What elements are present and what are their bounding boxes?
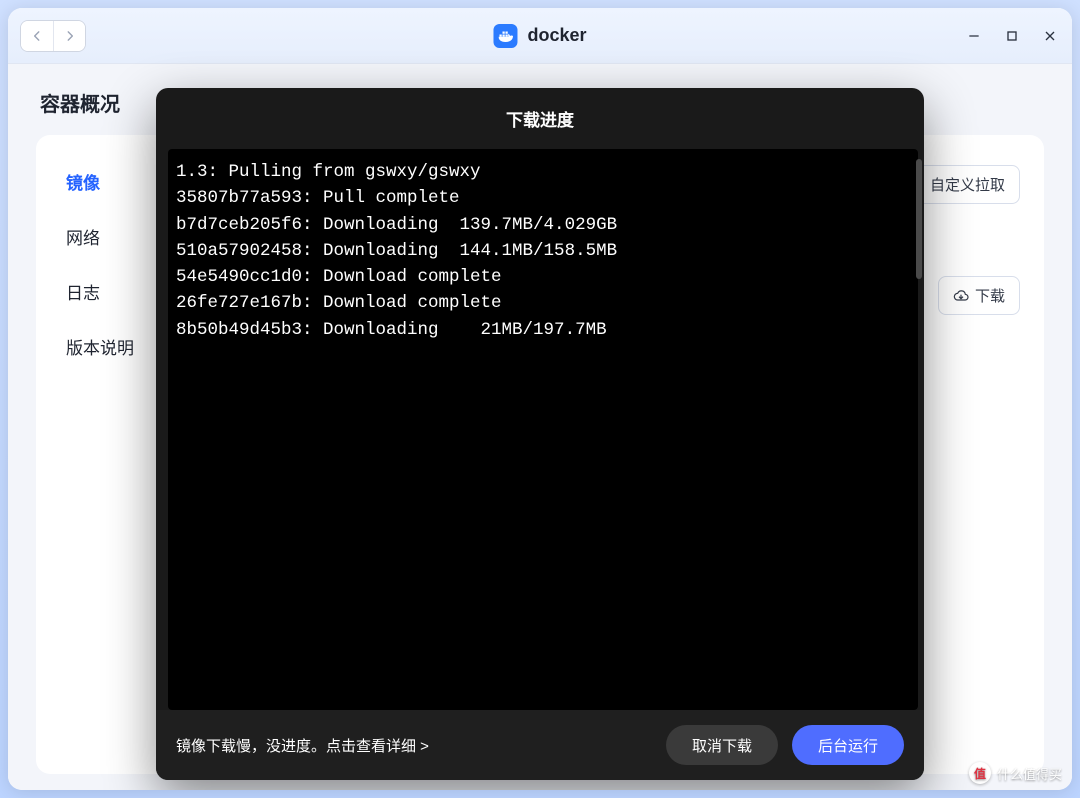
title-center: docker [493,24,586,48]
docker-icon [493,24,517,48]
download-progress-modal: 下载进度 1.3: Pulling from gswxy/gswxy 35807… [156,88,924,780]
download-label: 下载 [975,285,1005,306]
sidebar-item-label: 镜像 [66,174,100,193]
modal-footer: 镜像下载慢，没进度。点击查看详细 > 取消下载 后台运行 [156,710,924,780]
nav-group [20,20,86,52]
app-title: docker [527,25,586,46]
titlebar: docker [8,8,1072,64]
terminal-wrap: 1.3: Pulling from gswxy/gswxy 35807b77a5… [156,149,924,710]
close-button[interactable] [1040,26,1060,46]
background-label: 后台运行 [818,735,878,756]
slow-download-hint[interactable]: 镜像下载慢，没进度。点击查看详细 > [176,735,429,756]
window-controls [964,26,1060,46]
app-window: docker 容器概况 镜像 网络 日志 版本说明 自定义拉取 下载 [8,8,1072,790]
run-background-button[interactable]: 后台运行 [792,725,904,765]
sidebar-item-label: 版本说明 [66,339,134,358]
custom-pull-button[interactable]: 自定义拉取 [915,165,1020,204]
maximize-button[interactable] [1002,26,1022,46]
minimize-button[interactable] [964,26,984,46]
sidebar-item-label: 网络 [66,229,100,248]
nav-forward-button[interactable] [53,21,85,51]
cancel-label: 取消下载 [692,735,752,756]
download-button[interactable]: 下载 [938,276,1020,315]
watermark-badge: 值 [969,762,991,784]
cloud-download-icon [953,288,969,304]
modal-title: 下载进度 [156,88,924,149]
nav-back-button[interactable] [21,21,53,51]
modal-overlay: 下载进度 1.3: Pulling from gswxy/gswxy 35807… [8,8,1072,790]
cancel-download-button[interactable]: 取消下载 [666,725,778,765]
watermark-text: 什么值得买 [997,764,1062,783]
terminal-scrollbar[interactable] [916,159,922,279]
right-actions: 自定义拉取 下载 [915,165,1020,315]
watermark: 值 什么值得买 [969,762,1062,784]
terminal-output[interactable]: 1.3: Pulling from gswxy/gswxy 35807b77a5… [168,149,918,710]
sidebar-item-label: 日志 [66,284,100,303]
custom-pull-label: 自定义拉取 [930,174,1005,195]
